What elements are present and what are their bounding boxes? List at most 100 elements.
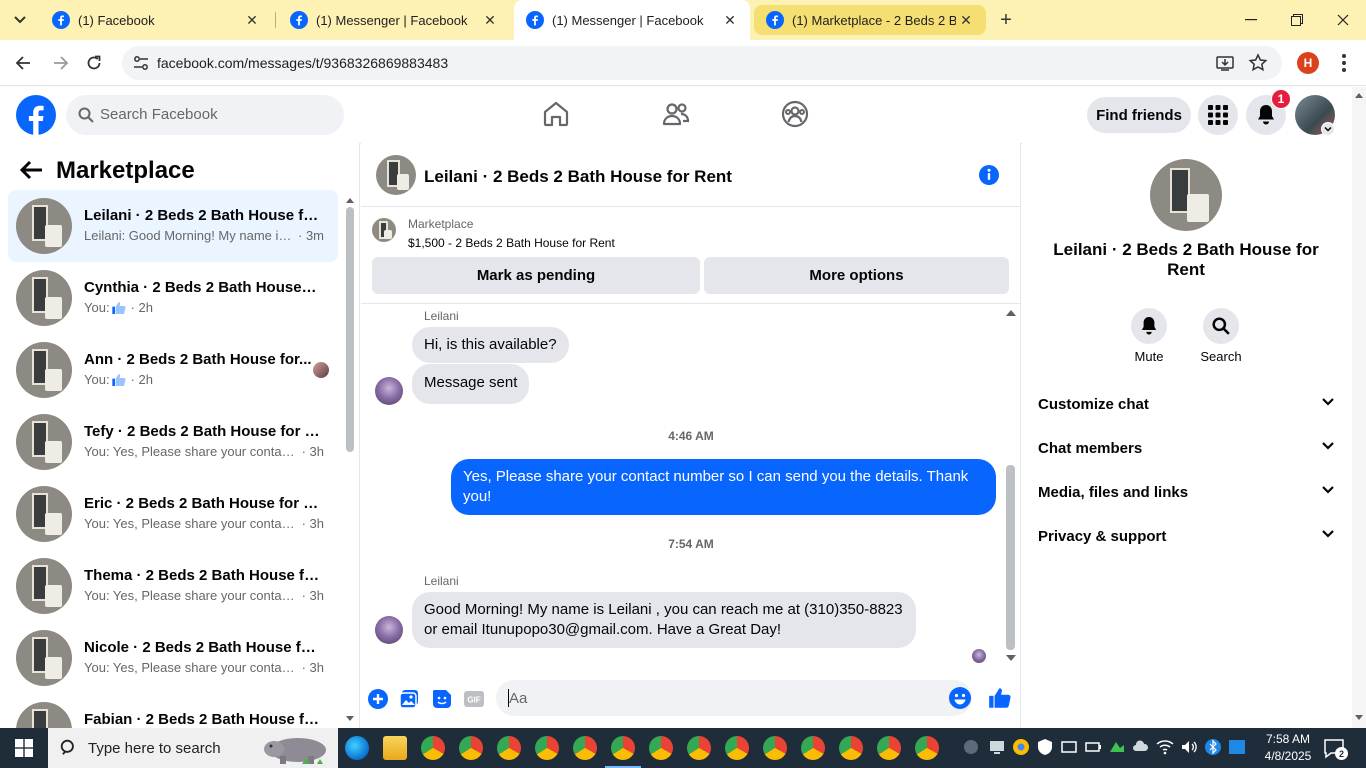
message-bubble[interactable]: Hi, is this available? xyxy=(412,327,569,363)
emoji-icon[interactable] xyxy=(948,686,972,710)
arrow-left-icon[interactable] xyxy=(18,159,44,181)
groups-icon[interactable] xyxy=(780,99,810,129)
browser-tab-messenger-active[interactable]: (1) Messenger | Facebook ✕ xyxy=(514,0,750,40)
listing-thumbnail[interactable] xyxy=(372,218,396,242)
chat-title[interactable]: Leilani · 2 Beds 2 Bath House for Rent xyxy=(424,167,732,187)
photo-icon[interactable] xyxy=(398,687,422,711)
conversation-item[interactable]: Tefy · 2 Beds 2 Bath House for R... You: … xyxy=(8,406,338,478)
my-message-bubble[interactable]: Yes, Please share your contact number so… xyxy=(451,459,996,515)
tray-app-icon[interactable] xyxy=(962,738,980,756)
conversation-item[interactable]: Leilani · 2 Beds 2 Bath House for... Leil… xyxy=(8,190,338,262)
listing-price[interactable]: $1,500 - 2 Beds 2 Bath House for Rent xyxy=(408,236,615,250)
conversation-item[interactable]: Fabian · 2 Beds 2 Bath House for... xyxy=(8,694,338,728)
tray-chrome-icon[interactable] xyxy=(1012,738,1030,756)
chat-scrollbar[interactable] xyxy=(1006,465,1015,650)
reload-button[interactable] xyxy=(79,48,109,78)
chrome-profile-icon[interactable] xyxy=(763,736,787,760)
section-customize-chat[interactable]: Customize chat xyxy=(1038,384,1338,424)
chrome-profile-icon[interactable] xyxy=(725,736,749,760)
chrome-profile-icon[interactable] xyxy=(649,736,673,760)
browser-tab-facebook[interactable]: (1) Facebook ✕ xyxy=(40,0,272,40)
tray-monitor-icon[interactable] xyxy=(988,738,1006,756)
conversation-item[interactable]: Eric · 2 Beds 2 Bath House for R... You: … xyxy=(8,478,338,550)
conversation-item[interactable]: Nicole · 2 Beds 2 Bath House for... You: … xyxy=(8,622,338,694)
forward-button[interactable] xyxy=(46,48,76,78)
message-bubble[interactable]: Message sent xyxy=(412,364,530,404)
section-media-files-links[interactable]: Media, files and links xyxy=(1038,472,1338,512)
facebook-logo-icon[interactable] xyxy=(16,95,56,135)
find-friends-button[interactable]: Find friends xyxy=(1087,97,1191,133)
close-icon[interactable]: ✕ xyxy=(242,10,262,30)
chrome-profile-icon[interactable] xyxy=(915,736,939,760)
chrome-profile-icon[interactable] xyxy=(877,736,901,760)
new-tab-button[interactable]: + xyxy=(994,8,1018,32)
bookmark-star-icon[interactable] xyxy=(1248,53,1268,73)
chrome-profile-icon[interactable] xyxy=(497,736,521,760)
taskbar-clock[interactable]: 7:58 AM 4/8/2025 xyxy=(1256,731,1320,765)
more-vertical-icon[interactable] xyxy=(1334,52,1354,74)
close-icon[interactable]: ✕ xyxy=(720,10,740,30)
chrome-profile-icon[interactable] xyxy=(573,736,597,760)
thumbs-up-icon[interactable] xyxy=(987,685,1013,711)
listing-thumbnail[interactable] xyxy=(1150,159,1222,231)
chrome-profile-icon[interactable] xyxy=(459,736,483,760)
browser-tab-marketplace[interactable]: (1) Marketplace - 2 Beds 2 Bath ✕ xyxy=(754,5,986,35)
site-settings-icon[interactable] xyxy=(132,54,150,72)
sticker-icon[interactable] xyxy=(430,687,454,711)
conversation-item[interactable]: Cynthia · 2 Beds 2 Bath House f... You: ·… xyxy=(8,262,338,334)
chrome-profile-icon[interactable] xyxy=(839,736,863,760)
chrome-profile-icon[interactable] xyxy=(535,736,559,760)
tab-search-menu[interactable] xyxy=(6,6,34,34)
close-window-button[interactable] xyxy=(1320,0,1366,40)
section-chat-members[interactable]: Chat members xyxy=(1038,428,1338,468)
back-button[interactable] xyxy=(8,48,38,78)
page-scrollbar[interactable] xyxy=(1352,87,1366,728)
scroll-up-icon[interactable] xyxy=(1006,309,1016,316)
file-explorer-icon[interactable] xyxy=(383,736,407,760)
section-privacy-support[interactable]: Privacy & support xyxy=(1038,516,1338,556)
scroll-down-icon[interactable] xyxy=(1006,655,1016,662)
edge-browser-icon[interactable] xyxy=(345,736,369,760)
mute-button[interactable]: Mute xyxy=(1119,308,1179,364)
message-input[interactable]: Aa xyxy=(496,680,972,716)
tray-onedrive-icon[interactable] xyxy=(1132,738,1150,756)
bluetooth-icon[interactable] xyxy=(1204,738,1222,756)
install-app-icon[interactable] xyxy=(1215,53,1235,73)
chrome-active-profile-icon[interactable] xyxy=(605,736,641,768)
menu-button[interactable] xyxy=(1198,95,1238,135)
chrome-icon[interactable] xyxy=(421,736,445,760)
search-in-conversation-button[interactable]: Search xyxy=(1191,308,1251,364)
tray-battery-icon[interactable] xyxy=(1084,738,1102,756)
info-icon[interactable] xyxy=(978,164,1000,186)
browser-profile-avatar[interactable]: H xyxy=(1297,52,1319,74)
friends-icon[interactable] xyxy=(661,99,691,129)
more-options-button[interactable]: More options xyxy=(704,257,1009,294)
scroll-down-icon[interactable] xyxy=(1355,715,1363,721)
browser-tab-messenger-1[interactable]: (1) Messenger | Facebook ✕ xyxy=(278,0,510,40)
tray-display-icon[interactable] xyxy=(1060,738,1078,756)
conversation-item[interactable]: Thema · 2 Beds 2 Bath House fo... You: Ye… xyxy=(8,550,338,622)
restore-button[interactable] xyxy=(1274,0,1320,40)
listing-thumbnail[interactable] xyxy=(376,155,416,195)
minimize-button[interactable] xyxy=(1228,0,1274,40)
language-icon[interactable] xyxy=(1228,738,1246,756)
facebook-search[interactable]: Search Facebook xyxy=(66,95,344,135)
mark-as-pending-button[interactable]: Mark as pending xyxy=(372,257,700,294)
tray-security-icon[interactable] xyxy=(1036,738,1054,756)
start-button[interactable] xyxy=(0,728,48,768)
address-bar[interactable]: facebook.com/messages/t/9368326869883483 xyxy=(122,46,1282,80)
gif-icon[interactable]: GIF xyxy=(462,687,486,711)
close-icon[interactable]: ✕ xyxy=(956,10,976,30)
scroll-up-icon[interactable] xyxy=(1355,92,1363,98)
scroll-up-icon[interactable] xyxy=(346,197,354,203)
scroll-down-icon[interactable] xyxy=(346,716,354,722)
chat-list-scrollbar[interactable] xyxy=(346,207,354,452)
close-icon[interactable]: ✕ xyxy=(480,10,500,30)
wifi-icon[interactable] xyxy=(1156,738,1174,756)
sender-avatar[interactable] xyxy=(375,616,403,644)
sender-avatar[interactable] xyxy=(375,377,403,405)
chrome-profile-icon[interactable] xyxy=(687,736,711,760)
conversation-item[interactable]: Ann · 2 Beds 2 Bath House for... You: · 2… xyxy=(8,334,338,406)
chrome-profile-icon[interactable] xyxy=(801,736,825,760)
message-bubble[interactable]: Good Morning! My name is Leilani , you c… xyxy=(412,592,916,648)
